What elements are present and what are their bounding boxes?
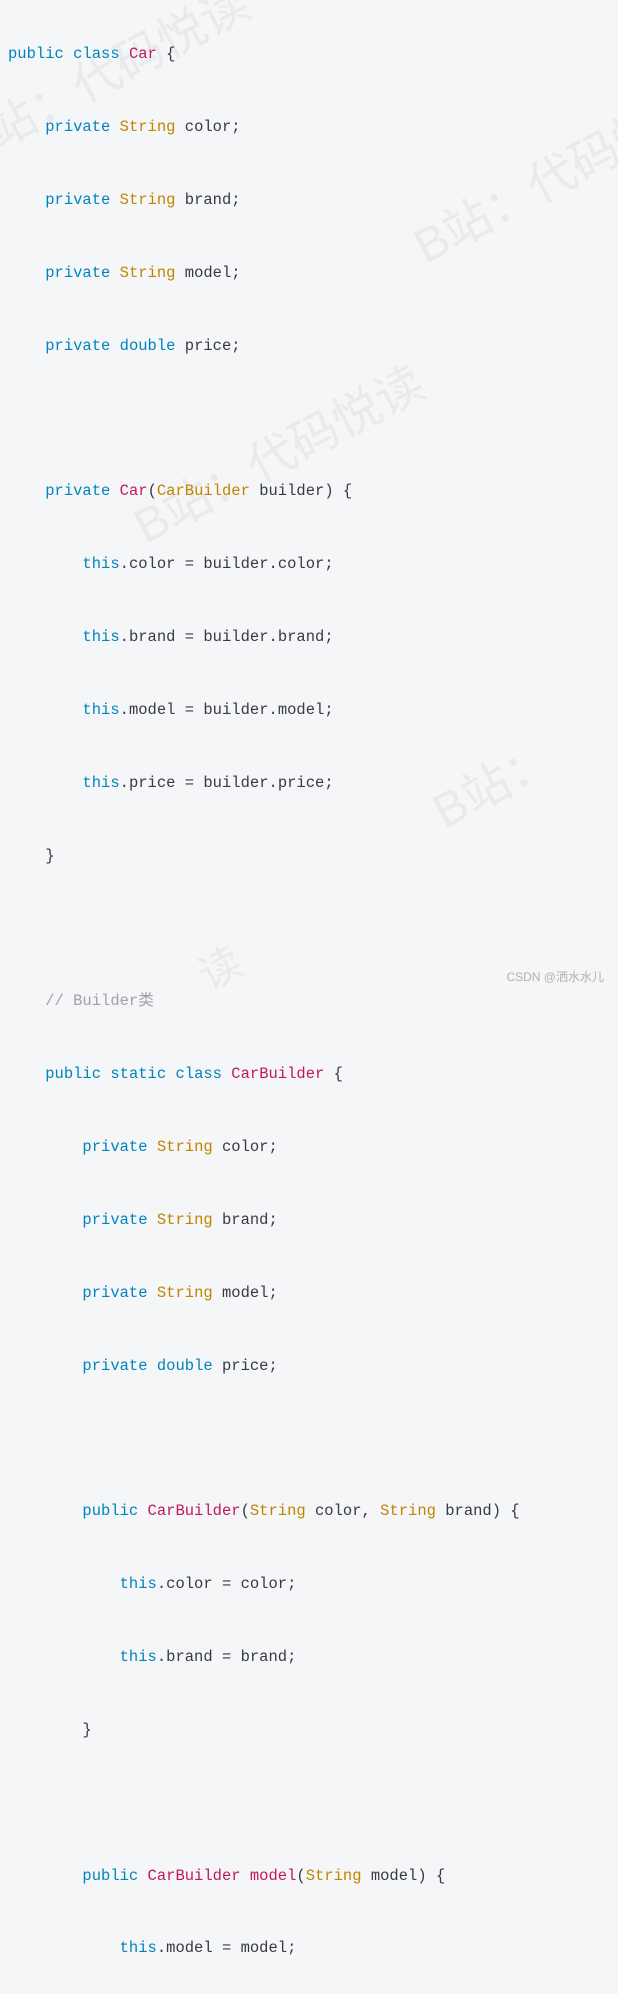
code-line: private Car(CarBuilder builder) { <box>8 473 610 509</box>
code-block: public class Car { private String color;… <box>8 0 610 1994</box>
code-line: public static class CarBuilder { <box>8 1056 610 1092</box>
code-line: private double price; <box>8 1348 610 1384</box>
code-line: private double price; <box>8 328 610 364</box>
code-line: public CarBuilder(String color, String b… <box>8 1493 610 1529</box>
code-line: } <box>8 838 610 874</box>
code-line <box>8 1785 610 1821</box>
code-line: } <box>8 1712 610 1748</box>
code-line: private String color; <box>8 1129 610 1165</box>
code-line: public CarBuilder model(String model) { <box>8 1858 610 1894</box>
attribution-text: CSDN @洒水水儿 <box>506 963 604 991</box>
code-line: private String brand; <box>8 182 610 218</box>
code-line: this.model = model; <box>8 1930 610 1966</box>
code-line: this.color = color; <box>8 1566 610 1602</box>
code-line <box>8 1420 610 1456</box>
code-line: this.brand = builder.brand; <box>8 619 610 655</box>
code-line: public class Car { <box>8 36 610 72</box>
code-line: private String color; <box>8 109 610 145</box>
code-line: private String brand; <box>8 1202 610 1238</box>
code-line: this.color = builder.color; <box>8 546 610 582</box>
code-line: this.price = builder.price; <box>8 765 610 801</box>
code-line: this.model = builder.model; <box>8 692 610 728</box>
code-line: private String model; <box>8 255 610 291</box>
code-line: private String model; <box>8 1275 610 1311</box>
code-line <box>8 401 610 437</box>
code-line: this.brand = brand; <box>8 1639 610 1675</box>
code-line <box>8 911 610 947</box>
